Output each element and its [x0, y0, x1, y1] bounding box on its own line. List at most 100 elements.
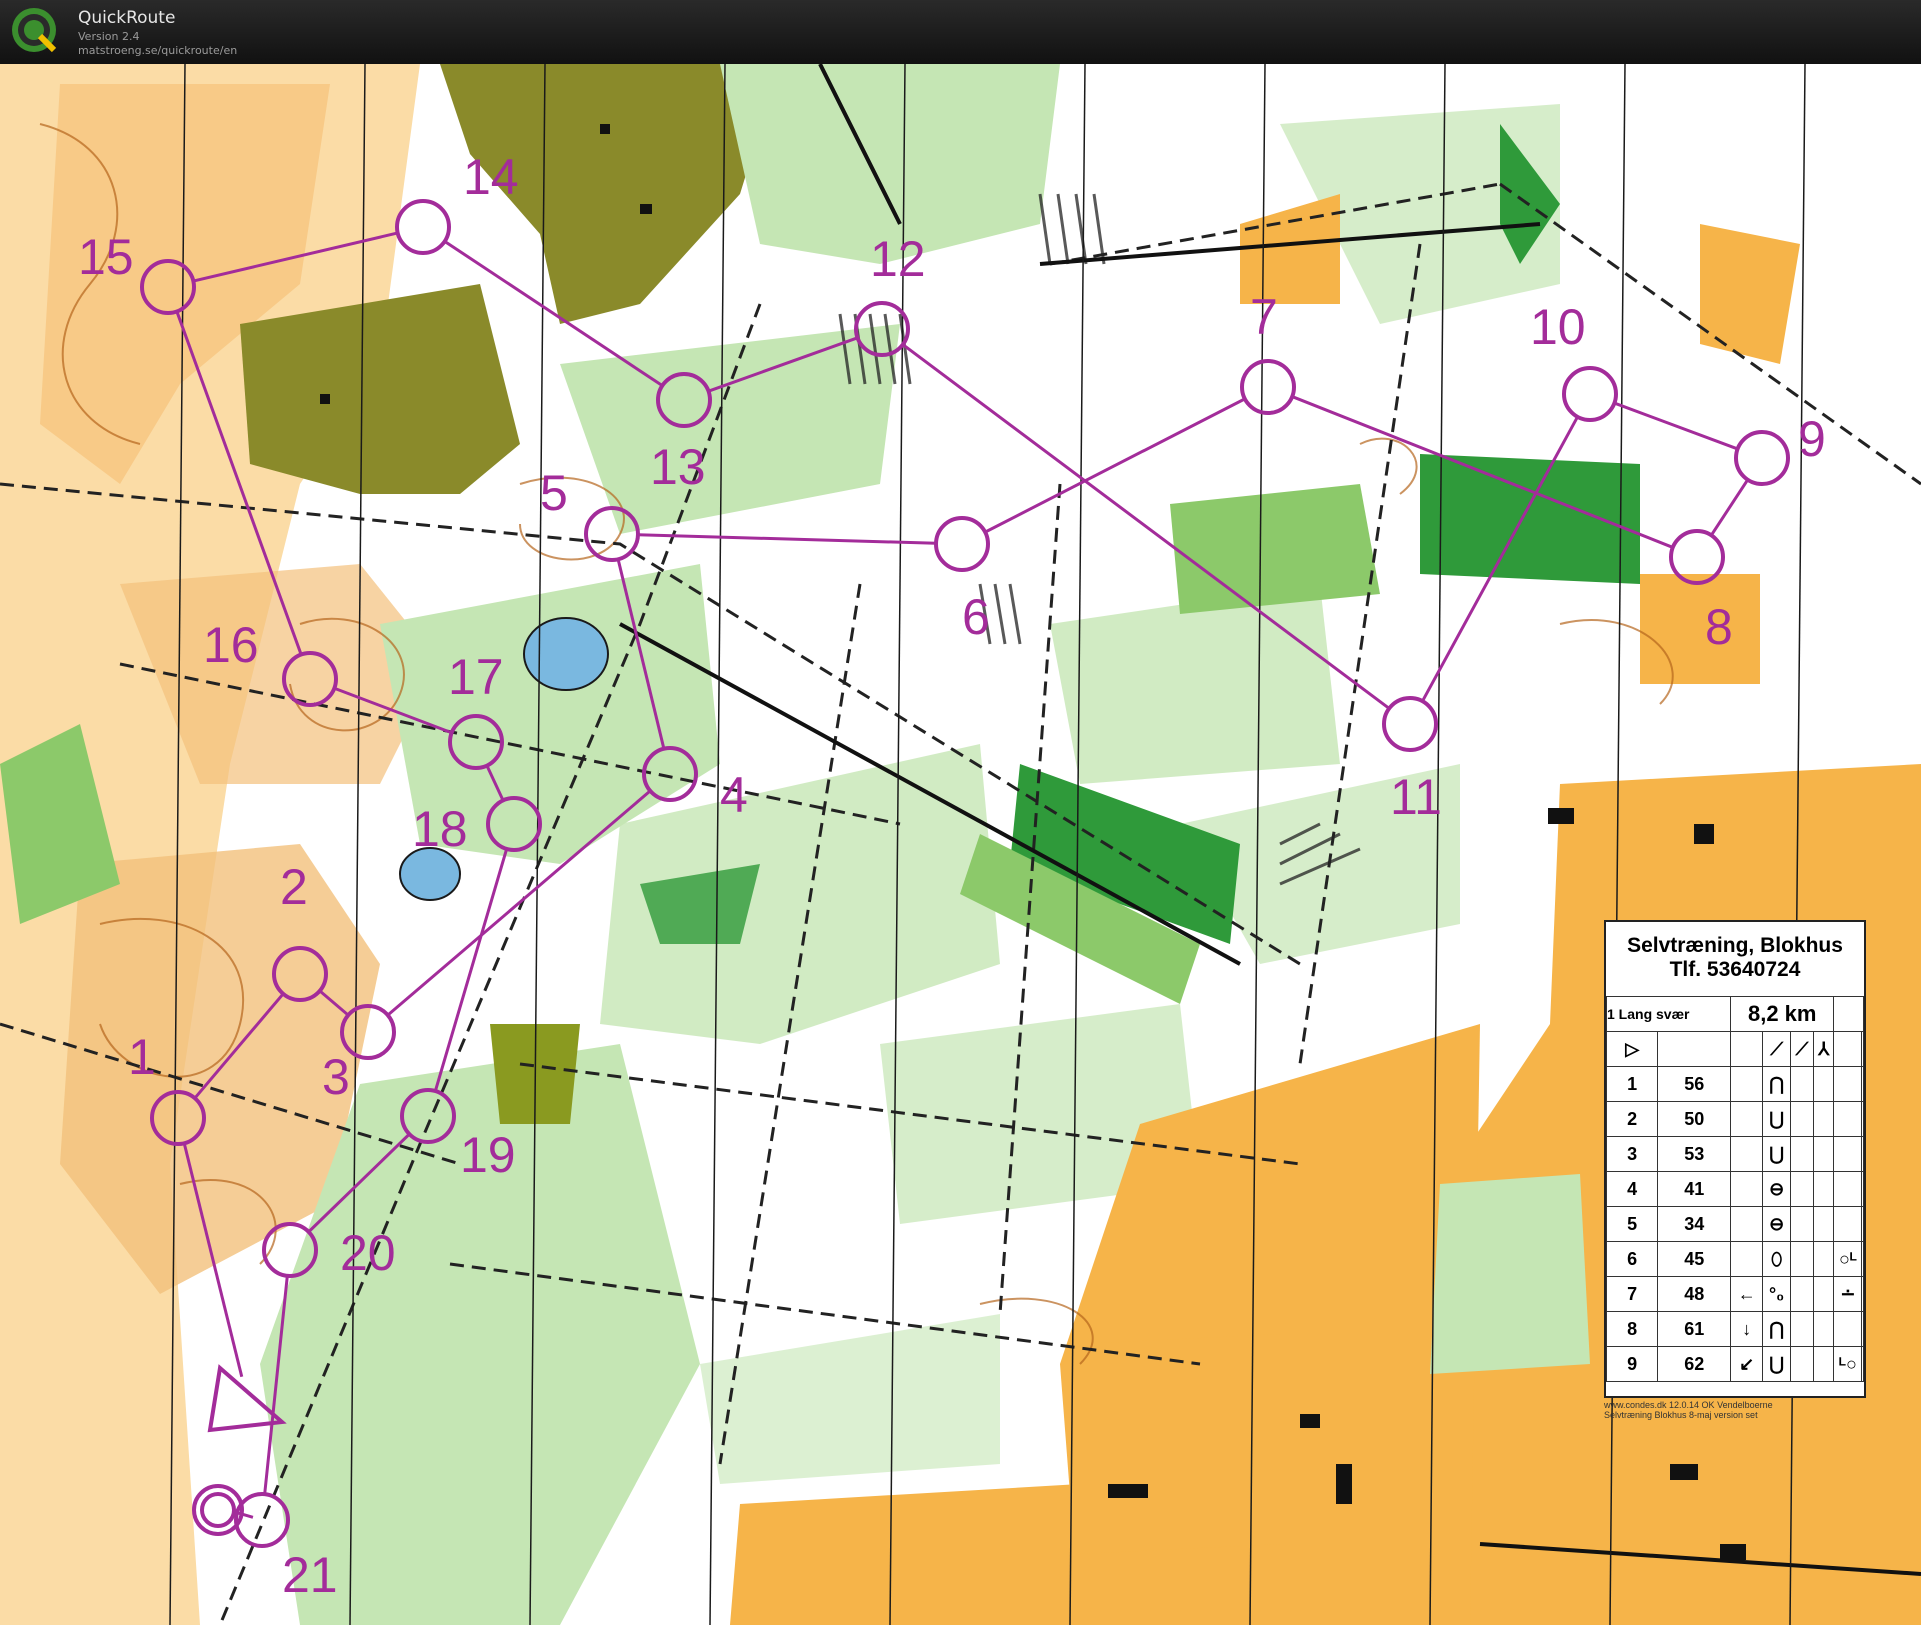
control-number-2: 2	[280, 859, 308, 915]
description-row: 4 41 ⊖	[1605, 1171, 1864, 1207]
description-row: 1 56 ⋂	[1605, 1066, 1864, 1102]
cell	[1789, 1136, 1815, 1172]
control-code: 56	[1657, 1066, 1732, 1102]
control-code: 34	[1657, 1206, 1732, 1242]
location-icon: ∸	[1833, 1276, 1863, 1312]
location-icon: ○ᴸ	[1833, 1241, 1863, 1277]
cell	[1861, 1066, 1864, 1102]
location-icon	[1833, 1171, 1863, 1207]
feature-icon: ⋃	[1762, 1136, 1791, 1172]
cell	[1861, 1136, 1864, 1172]
control-num: 9	[1605, 1346, 1659, 1382]
control-number-9: 9	[1798, 411, 1826, 467]
cell	[1861, 1346, 1864, 1382]
course-title: Selvtræning, Blokhus	[1627, 934, 1843, 957]
feature-icon: ⋂	[1762, 1311, 1791, 1347]
location-icon	[1833, 1136, 1863, 1172]
control-number-5: 5	[540, 465, 568, 521]
course-phone: Tlf. 53640724	[1669, 958, 1801, 981]
location-icon	[1833, 1206, 1863, 1242]
location-icon	[1833, 1101, 1863, 1137]
direction-icon: ↓	[1730, 1311, 1764, 1347]
feature-icon: ⬯	[1762, 1241, 1791, 1277]
control-number-7: 7	[1250, 289, 1278, 345]
control-num: 2	[1605, 1101, 1659, 1137]
feature-icon: ⋂	[1762, 1066, 1791, 1102]
description-row: 5 34 ⊖	[1605, 1206, 1864, 1242]
cell	[1789, 1066, 1815, 1102]
control-num: 7	[1605, 1276, 1659, 1312]
cell	[1813, 1066, 1835, 1102]
path-symbol-icon: ⟋	[1789, 1031, 1815, 1067]
cell	[1789, 1241, 1815, 1277]
quickroute-logo-icon	[12, 8, 57, 53]
control-number-17: 17	[448, 649, 504, 705]
description-row: 7 48 ← °₀ ∸	[1605, 1276, 1864, 1312]
cell	[1813, 1346, 1835, 1382]
control-number-13: 13	[650, 439, 706, 495]
feature-icon: °₀	[1762, 1276, 1791, 1312]
control-description-sheet: Selvtræning, Blokhus Tlf. 53640724 1 Lan…	[1604, 920, 1866, 1398]
control-num: 8	[1605, 1311, 1659, 1347]
feature-icon: ⊖	[1762, 1206, 1791, 1242]
cell	[1861, 1171, 1864, 1207]
description-row: 8 61 ↓ ⋂	[1605, 1311, 1864, 1347]
control-num: 6	[1605, 1241, 1659, 1277]
control-number-15: 15	[78, 229, 134, 285]
credit-line-2: Selvtræning Blokhus 8-maj version set	[1604, 1410, 1758, 1420]
cell	[1861, 1276, 1864, 1312]
description-row: 2 50 ⋃	[1605, 1101, 1864, 1137]
feature-icon: ⊖	[1762, 1171, 1791, 1207]
control-number-12: 12	[870, 231, 926, 287]
cell	[1813, 1311, 1835, 1347]
cell	[1789, 1311, 1815, 1347]
control-code: 62	[1657, 1346, 1732, 1382]
control-number-4: 4	[720, 767, 748, 823]
cell	[1789, 1346, 1815, 1382]
control-code: 50	[1657, 1101, 1732, 1137]
cell	[1813, 1171, 1835, 1207]
app-version: Version 2.4	[78, 30, 140, 43]
cell	[1813, 1276, 1835, 1312]
credit-text: www.condes.dk 12.0.14 OK Vendelboerne Se…	[1604, 1400, 1904, 1420]
app-name: QuickRoute	[78, 8, 176, 28]
app-url[interactable]: matstroeng.se/quickroute/en	[78, 44, 237, 57]
cell	[1813, 1136, 1835, 1172]
direction-icon: ↙	[1730, 1346, 1764, 1382]
cell	[1813, 1241, 1835, 1277]
title-bar: QuickRoute Version 2.4 matstroeng.se/qui…	[0, 0, 1921, 64]
control-num: 3	[1605, 1136, 1659, 1172]
control-code: 53	[1657, 1136, 1732, 1172]
course-class: 1 Lang svær	[1605, 996, 1732, 1032]
control-code: 61	[1657, 1311, 1732, 1347]
cell	[1789, 1206, 1815, 1242]
start-symbol-icon: ▷	[1605, 1031, 1659, 1067]
control-number-21: 21	[282, 1547, 338, 1603]
control-number-14: 14	[463, 149, 519, 205]
control-number-18: 18	[412, 801, 468, 857]
direction-icon	[1730, 1066, 1764, 1102]
location-icon	[1833, 1066, 1863, 1102]
feature-icon: ⋃	[1762, 1101, 1791, 1137]
control-number-11: 11	[1390, 769, 1442, 825]
location-icon	[1833, 1311, 1863, 1347]
direction-icon	[1730, 1136, 1764, 1172]
description-table: 1 Lang svær 8,2 km ▷ ⟋ ⟋ ⅄ 1 56 ⋂ 2 50 ⋃ 3 53 ⋃ 4…	[1605, 996, 1864, 1382]
description-row: 9 62 ↙ ⋃ ᴸ○	[1605, 1346, 1864, 1382]
cell	[1789, 1101, 1815, 1137]
control-number-3: 3	[322, 1049, 350, 1105]
feature-icon: ⋃	[1762, 1346, 1791, 1382]
cell	[1861, 1101, 1864, 1137]
control-code: 41	[1657, 1171, 1732, 1207]
junction-symbol-icon: ⅄	[1813, 1031, 1835, 1067]
control-code: 45	[1657, 1241, 1732, 1277]
cell	[1861, 1241, 1864, 1277]
control-number-10: 10	[1530, 299, 1586, 355]
cell	[1789, 1276, 1815, 1312]
cell	[1813, 1101, 1835, 1137]
control-number-19: 19	[460, 1127, 516, 1183]
course-length: 8,2 km	[1730, 996, 1835, 1032]
control-number-1: 1	[128, 1029, 156, 1085]
cell	[1789, 1171, 1815, 1207]
control-num: 4	[1605, 1171, 1659, 1207]
